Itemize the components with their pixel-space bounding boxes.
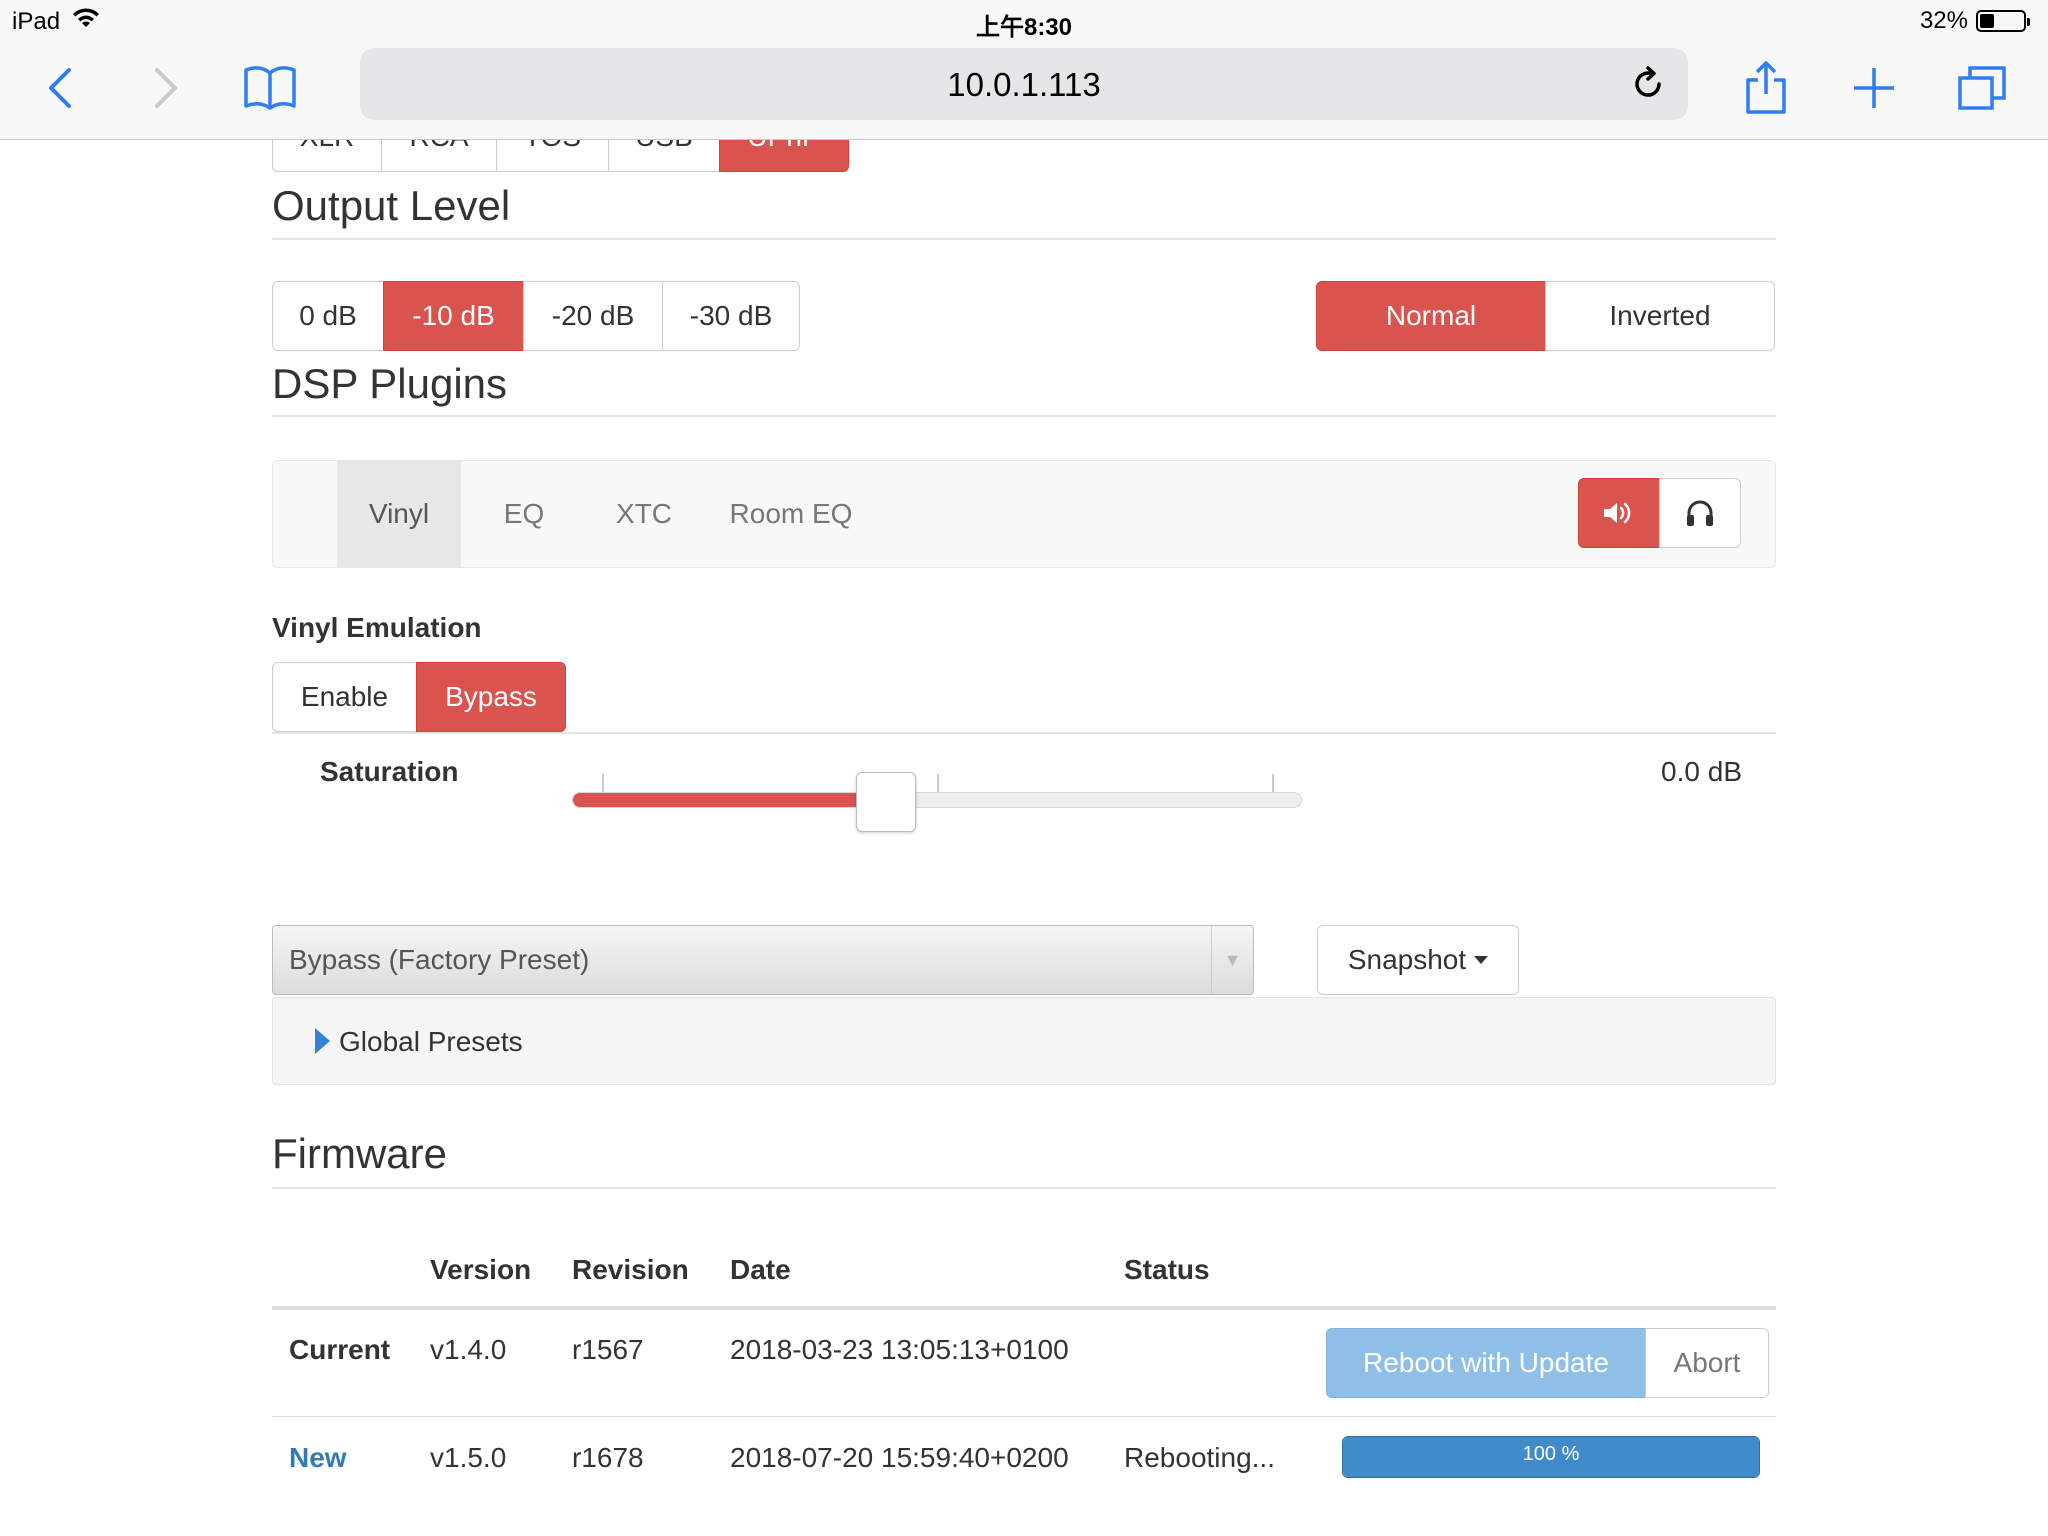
forward-icon[interactable]: [134, 56, 198, 120]
browser-toolbar: 10.0.1.113: [0, 42, 2048, 140]
row-label-current: Current: [289, 1334, 391, 1365]
address-bar[interactable]: 10.0.1.113: [360, 48, 1688, 120]
vinyl-emulation-label: Vinyl Emulation: [272, 612, 482, 643]
polarity-group: Normal Inverted: [1316, 281, 1775, 351]
bookmarks-icon[interactable]: [238, 56, 302, 120]
tab-room-eq[interactable]: Room EQ: [709, 461, 873, 567]
divider: [272, 1187, 1776, 1189]
column-date: Date: [730, 1254, 791, 1285]
level-0db-button[interactable]: 0 dB: [272, 281, 384, 351]
new-revision: r1678: [572, 1442, 644, 1473]
battery-icon: [1976, 10, 2030, 32]
slider-tick: [602, 774, 604, 792]
progress-fill: 100 %: [1343, 1437, 1759, 1477]
headphones-mode-button[interactable]: [1659, 478, 1741, 548]
tab-xtc[interactable]: XTC: [583, 461, 705, 567]
url-text: 10.0.1.113: [947, 66, 1101, 103]
input-source-group: XLR RCA TOS USB UPnP: [272, 140, 849, 172]
level-minus30db-button[interactable]: -30 dB: [662, 281, 800, 351]
update-progress-bar: 100 %: [1342, 1436, 1760, 1478]
new-date: 2018-07-20 15:59:40+0200: [730, 1442, 1069, 1473]
dsp-tabs-navbar: Vinyl EQ XTC Room EQ: [272, 460, 1776, 568]
column-version: Version: [430, 1254, 532, 1285]
select-arrow-icon: ▼: [1211, 926, 1253, 994]
table-header-divider: [272, 1306, 1776, 1310]
dsp-plugins-title: DSP Plugins: [272, 360, 508, 407]
column-status: Status: [1124, 1254, 1210, 1285]
vinyl-bypass-button[interactable]: Bypass: [416, 662, 566, 732]
tabs-icon[interactable]: [1950, 56, 2014, 120]
polarity-inverted-button[interactable]: Inverted: [1545, 281, 1775, 351]
abort-button[interactable]: Abort: [1645, 1328, 1769, 1398]
snapshot-label: Snapshot: [1347, 944, 1467, 975]
output-mode-group: [1578, 478, 1741, 548]
share-icon[interactable]: [1734, 56, 1798, 120]
new-version: v1.5.0: [430, 1442, 507, 1473]
output-level-group: 0 dB -10 dB -20 dB -30 dB: [272, 281, 800, 351]
input-tab-usb[interactable]: USB: [608, 140, 720, 172]
ios-status-bar: iPad 上午8:30 32%: [0, 0, 2048, 42]
slider-tick: [937, 774, 939, 792]
slider-tick: [1272, 774, 1274, 792]
snapshot-dropdown-button[interactable]: Snapshot: [1317, 925, 1519, 995]
output-level-title: Output Level: [272, 182, 511, 229]
vinyl-emulation-group: Enable Bypass: [272, 662, 566, 732]
input-tab-xlr[interactable]: XLR: [272, 140, 382, 172]
preset-select-value: Bypass (Factory Preset): [289, 944, 590, 975]
divider: [272, 238, 1776, 240]
saturation-value: 0.0 dB: [1661, 756, 1742, 787]
tab-vinyl[interactable]: Vinyl: [337, 461, 461, 567]
polarity-normal-button[interactable]: Normal: [1316, 281, 1546, 351]
row-divider: [272, 1416, 1776, 1417]
firmware-title: Firmware: [272, 1130, 447, 1177]
saturation-slider-handle[interactable]: [855, 772, 916, 832]
global-presets-label: Global Presets: [339, 1026, 523, 1057]
input-tab-tos[interactable]: TOS: [496, 140, 609, 172]
level-minus10db-button[interactable]: -10 dB: [383, 281, 524, 351]
disclosure-triangle-icon[interactable]: [315, 1028, 330, 1054]
global-presets-panel[interactable]: Global Presets: [272, 997, 1776, 1085]
headphones-icon: [1687, 500, 1713, 526]
speaker-mode-button[interactable]: [1578, 478, 1660, 548]
column-revision: Revision: [572, 1254, 689, 1285]
preset-select[interactable]: Bypass (Factory Preset) ▼: [272, 925, 1254, 995]
reload-icon[interactable]: [1626, 62, 1670, 106]
level-minus20db-button[interactable]: -20 dB: [523, 281, 663, 351]
new-status: Rebooting...: [1124, 1442, 1275, 1473]
new-tab-icon[interactable]: [1842, 56, 1906, 120]
tab-eq[interactable]: EQ: [469, 461, 579, 567]
clock: 上午8:30: [975, 14, 1073, 41]
saturation-label: Saturation: [320, 756, 459, 787]
divider: [272, 732, 1776, 734]
speaker-icon: [1604, 502, 1631, 524]
current-revision: r1567: [572, 1334, 644, 1365]
current-date: 2018-03-23 13:05:13+0100: [730, 1334, 1069, 1365]
back-icon[interactable]: [28, 56, 92, 120]
divider: [272, 415, 1776, 417]
caret-down-icon: [1474, 956, 1489, 964]
input-tab-rca[interactable]: RCA: [381, 140, 497, 172]
page-content: XLR RCA TOS USB UPnP Output Level 0 dB -…: [272, 140, 1776, 1536]
battery-percent: 32%: [1919, 7, 1968, 34]
input-tab-upnp[interactable]: UPnP: [719, 140, 849, 172]
saturation-slider[interactable]: [572, 792, 1302, 808]
reboot-with-update-button[interactable]: Reboot with Update: [1326, 1328, 1646, 1398]
vinyl-enable-button[interactable]: Enable: [272, 662, 417, 732]
row-label-new-link[interactable]: New: [289, 1442, 347, 1474]
saturation-slider-fill: [573, 793, 887, 807]
current-version: v1.4.0: [430, 1334, 507, 1365]
